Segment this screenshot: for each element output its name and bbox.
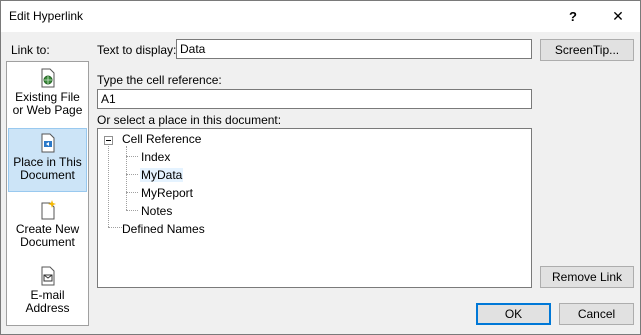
document-place-tree: Cell Reference Index MyData MyReport Not… <box>97 128 532 288</box>
link-to-label-line2: Document <box>20 235 75 249</box>
place-in-document-label: Or select a place in this document: <box>97 113 282 127</box>
close-button[interactable]: ✕ <box>596 2 640 31</box>
link-to-email-address[interactable]: E-mail Address <box>8 262 87 326</box>
tree-connector <box>126 210 138 211</box>
help-button[interactable]: ? <box>551 2 595 31</box>
globe-file-icon <box>41 68 54 88</box>
cell-reference-input[interactable]: A1 <box>97 89 532 109</box>
cancel-button[interactable]: Cancel <box>559 303 634 325</box>
tree-connector <box>108 227 122 228</box>
tree-connector <box>108 146 109 227</box>
link-to-existing-file[interactable]: Existing File or Web Page <box>8 64 87 128</box>
text-to-display-label: Text to display: <box>97 43 177 57</box>
screentip-button[interactable]: ScreenTip... <box>540 39 634 61</box>
link-to-create-new-document[interactable]: Create New Document <box>8 196 87 260</box>
tree-node-cell-reference[interactable]: Cell Reference <box>122 132 201 146</box>
tree-node-index[interactable]: Index <box>141 150 170 164</box>
new-document-icon <box>41 200 56 220</box>
tree-node-myreport[interactable]: MyReport <box>141 186 193 200</box>
email-icon <box>41 266 54 286</box>
link-to-label-line2: Address <box>25 301 70 315</box>
tree-expander-minus-icon[interactable] <box>104 136 113 145</box>
ok-button[interactable]: OK <box>476 303 551 325</box>
tree-connector <box>126 174 138 175</box>
tree-node-mydata[interactable]: MyData <box>140 168 184 182</box>
cell-reference-label: Type the cell reference: <box>97 73 222 87</box>
remove-link-button[interactable]: Remove Link <box>540 266 634 288</box>
tree-node-defined-names[interactable]: Defined Names <box>122 222 205 236</box>
link-to-pane: Existing File or Web Page Place in This … <box>6 61 89 326</box>
text-to-display-input[interactable]: Data <box>176 39 532 59</box>
tree-connector <box>126 156 138 157</box>
document-place-icon <box>41 133 54 153</box>
tree-connector <box>126 192 138 193</box>
link-to-label-line2: or Web Page <box>12 103 83 117</box>
title-bar: Edit Hyperlink ? ✕ <box>1 1 640 32</box>
link-to-label: Link to: <box>11 43 50 57</box>
tree-node-notes[interactable]: Notes <box>141 204 172 218</box>
link-to-place-in-document[interactable]: Place in This Document <box>8 128 87 192</box>
link-to-label-line2: Document <box>20 168 75 182</box>
edit-hyperlink-dialog: Edit Hyperlink ? ✕ Link to: Existing Fil… <box>0 0 641 335</box>
dialog-title: Edit Hyperlink <box>9 9 84 23</box>
